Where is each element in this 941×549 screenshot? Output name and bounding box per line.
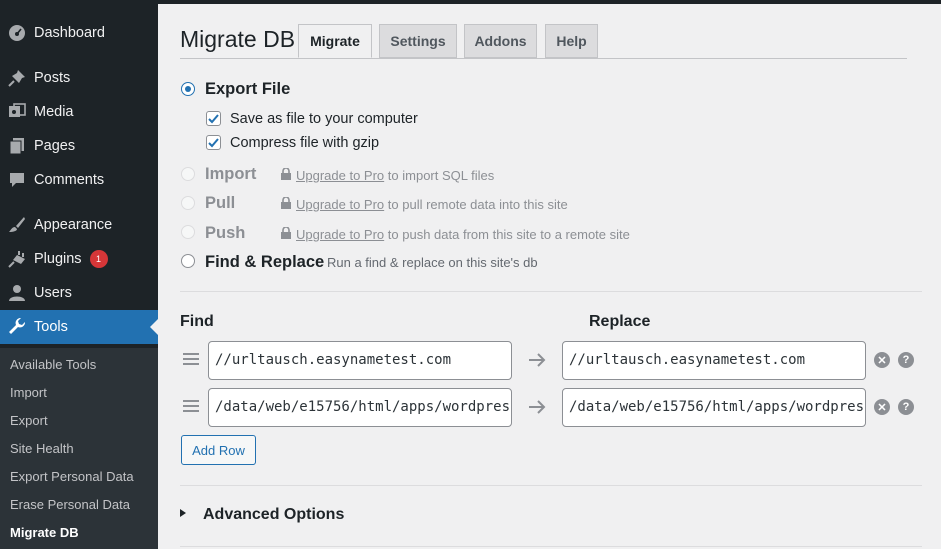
pin-icon [8,69,26,87]
tools-submenu: Available Tools Import Export Site Healt… [0,348,158,549]
submenu-site-health[interactable]: Site Health [10,441,74,456]
section-divider [180,485,922,486]
save-as-file-checkbox[interactable] [206,111,221,126]
import-upsell: Upgrade to Pro to import SQL files [296,168,495,183]
menu-posts-label: Posts [34,70,71,86]
find-column-header: Find [180,313,214,330]
pull-label: Pull [205,194,236,212]
menu-users[interactable]: Users [0,276,158,310]
arrow-right-icon [529,400,546,414]
menu-dashboard-label: Dashboard [34,25,105,41]
find-replace-radio[interactable] [181,254,195,268]
import-radio [181,167,195,181]
plug-icon [8,250,26,268]
menu-comments[interactable]: Comments [0,163,158,197]
compress-gzip-label: Compress file with gzip [230,135,380,151]
submenu-migrate-db[interactable]: Migrate DB [10,525,79,540]
add-row-button[interactable]: Add Row [181,435,256,465]
upgrade-pro-link-pull[interactable]: Upgrade to Pro [296,197,384,212]
menu-appearance[interactable]: Appearance [0,208,158,242]
import-label: Import [205,165,257,183]
export-file-label: Export File [205,80,291,98]
pull-upsell: Upgrade to Pro to pull remote data into … [296,197,568,212]
find-replace-label: Find & Replace [205,253,325,271]
push-upsell: Upgrade to Pro to push data from this si… [296,227,630,242]
comment-icon [8,171,26,189]
menu-dashboard[interactable]: Dashboard [0,16,158,50]
submenu-export[interactable]: Export [10,413,48,428]
tab-settings[interactable]: Settings [379,24,457,58]
lock-icon [281,197,291,209]
remove-row-icon[interactable]: ✕ [874,352,890,368]
menu-media-label: Media [34,104,74,120]
wrench-icon [8,318,26,336]
menu-users-label: Users [34,285,72,301]
dashboard-icon [8,24,26,42]
menu-pages-label: Pages [34,138,76,154]
advanced-options-label: Advanced Options [203,506,345,523]
find-input[interactable]: /data/web/e15756/html/apps/wordpress [208,388,512,427]
admin-bar-edge [158,0,941,4]
tab-migrate[interactable]: Migrate [298,24,372,58]
tab-divider [180,58,907,59]
triangle-right-icon [180,509,186,517]
help-icon[interactable]: ? [898,399,914,415]
menu-plugins[interactable]: Plugins 1 [0,242,158,276]
remove-row-icon[interactable]: ✕ [874,399,890,415]
media-icon [8,103,26,121]
brush-icon [8,216,26,234]
admin-sidebar: Dashboard Posts Media Pages Comments App… [0,0,158,549]
menu-pages[interactable]: Pages [0,129,158,163]
plugins-update-badge: 1 [89,250,108,268]
pages-icon [8,137,26,155]
page-title: Migrate DB [180,26,296,52]
arrow-right-icon [529,353,546,367]
help-icon[interactable]: ? [898,352,914,368]
replace-input[interactable]: /data/web/e15756/html/apps/wordpress [562,388,866,427]
menu-plugins-label: Plugins 1 [34,250,108,268]
export-file-radio[interactable] [181,82,195,96]
upgrade-pro-link-push[interactable]: Upgrade to Pro [296,227,384,242]
find-replace-hint: Run a find & replace on this site's db [327,255,538,270]
submenu-import[interactable]: Import [10,385,47,400]
replace-column-header: Replace [589,313,651,330]
menu-comments-label: Comments [34,172,105,188]
menu-posts[interactable]: Posts [0,61,158,95]
tab-help[interactable]: Help [545,24,598,58]
find-input[interactable]: //urltausch.easynametest.com [208,341,512,380]
drag-handle-icon[interactable] [183,353,199,367]
tab-addons[interactable]: Addons [464,24,537,58]
menu-appearance-label: Appearance [34,217,113,233]
compress-gzip-checkbox[interactable] [206,135,221,150]
lock-icon [281,227,291,239]
menu-tools[interactable]: Tools [0,310,158,344]
submenu-erase-personal-data[interactable]: Erase Personal Data [10,497,130,512]
user-icon [8,284,26,302]
pull-radio [181,196,195,210]
menu-media[interactable]: Media [0,95,158,129]
submenu-export-personal-data[interactable]: Export Personal Data [10,469,134,484]
push-label: Push [205,224,246,242]
lock-icon [281,168,291,180]
replace-input[interactable]: //urltausch.easynametest.com [562,341,866,380]
section-divider [180,291,922,292]
section-divider [180,546,922,547]
submenu-available-tools[interactable]: Available Tools [10,357,96,372]
push-radio [181,225,195,239]
drag-handle-icon[interactable] [183,400,199,414]
menu-tools-label: Tools [34,319,68,335]
save-as-file-label: Save as file to your computer [230,111,418,127]
upgrade-pro-link-import[interactable]: Upgrade to Pro [296,168,384,183]
